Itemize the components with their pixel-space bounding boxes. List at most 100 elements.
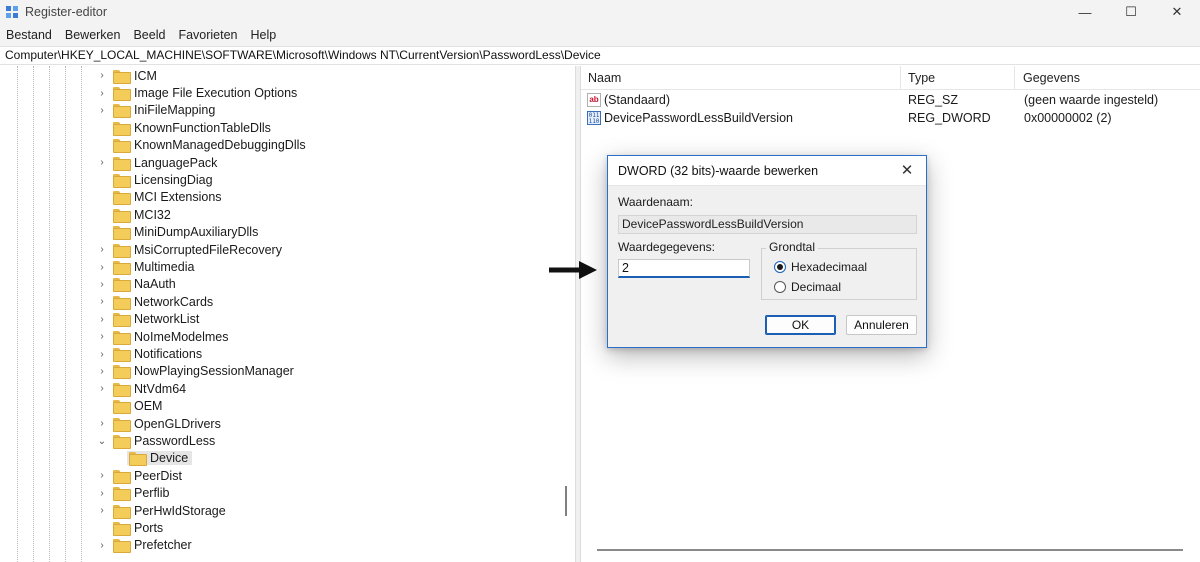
collapsed-chevron-icon[interactable]: › [97,70,107,81]
tree-item-label: PasswordLess [134,434,216,449]
tree-item-languagepack[interactable]: › LanguagePack [97,154,217,171]
collapsed-chevron-icon[interactable]: › [97,470,107,481]
tree-item-content: PerHwIdStorage [113,504,226,519]
collapsed-chevron-icon[interactable]: › [97,488,107,499]
radio-decimal[interactable]: Decimaal [774,280,841,294]
collapsed-chevron-icon[interactable]: › [97,105,107,116]
column-header-data[interactable]: Gegevens [1016,66,1080,90]
tree-item-label: MCI Extensions [134,190,222,205]
selected-key-highlight: Device [127,451,193,467]
tree-item-label: Multimedia [134,260,195,275]
folder-icon [113,522,131,537]
tree-item-passwordless[interactable]: ⌄ PasswordLess [97,432,216,450]
tree-item-label: OpenGLDrivers [134,416,221,431]
ok-button[interactable]: OK [765,315,836,335]
tree-item-nowplayingsessionmanager[interactable]: › NowPlayingSessionManager [97,363,294,380]
tree-item-msicorruptedfilerecovery[interactable]: › MsiCorruptedFileRecovery [97,241,282,258]
tree-item-label: NetworkList [134,312,200,327]
cancel-button[interactable]: Annuleren [846,315,917,335]
tree-item-licensingdiag[interactable]: LicensingDiag [97,171,213,189]
menu-bewerken[interactable]: Bewerken [65,28,121,42]
expanded-chevron-icon[interactable]: ⌄ [97,436,107,447]
horizontal-scrollbar[interactable] [597,549,1183,551]
minimize-button[interactable]: — [1062,0,1108,24]
collapsed-chevron-icon[interactable]: › [97,157,107,168]
column-separator[interactable] [1014,66,1015,90]
tree-item-ntvdm64[interactable]: › NtVdm64 [97,380,186,397]
maximize-button[interactable]: ☐ [1108,0,1154,24]
column-header-name[interactable]: Naam [581,66,621,90]
tree-item-content: Image File Execution Options [113,86,297,102]
collapsed-chevron-icon[interactable]: › [97,366,107,377]
column-header-type[interactable]: Type [901,66,935,90]
tree-item-content: Perflib [113,486,169,502]
tree-item-networklist[interactable]: › NetworkList [97,311,199,328]
collapsed-chevron-icon[interactable]: › [97,314,107,325]
tree-item-content: NoImeModelmes [113,330,228,345]
value-name-label: Waardenaam: [618,195,693,209]
folder-icon [113,243,131,258]
menu-beeld[interactable]: Beeld [133,28,165,42]
collapsed-chevron-icon[interactable]: › [97,349,107,360]
tree-item-icm[interactable]: › ICM [97,67,157,84]
tree-item-noimemodelmes[interactable]: › NoImeModelmes [97,328,228,345]
close-button[interactable]: ✕ [1154,0,1200,24]
tree-item-inifilemapping[interactable]: › IniFileMapping [97,102,215,119]
tree-item-label: OEM [134,399,163,414]
value-data-input[interactable]: 2 [618,259,750,278]
collapsed-chevron-icon[interactable]: › [97,296,107,307]
folder-icon [113,156,131,171]
collapsed-chevron-icon[interactable]: › [97,505,107,516]
tree-item-minidumpauxiliarydlls[interactable]: MiniDumpAuxiliaryDlls [97,224,258,241]
tree-item-content: ICM [113,69,157,84]
tree-item-mci-extensions[interactable]: MCI Extensions [97,189,222,206]
folder-icon [113,365,131,380]
collapsed-chevron-icon[interactable]: › [97,383,107,394]
menu-bestand[interactable]: Bestand [6,28,52,42]
tree-item-label: LanguagePack [134,155,218,170]
folder-icon [113,174,131,189]
tree-item-content: OpenGLDrivers [113,416,221,432]
tree-item-label: NowPlayingSessionManager [134,364,294,379]
collapsed-chevron-icon[interactable]: › [97,540,107,551]
tree-item-content: KnownFunctionTableDlls [113,121,271,136]
tree-item-ports[interactable]: Ports [97,519,163,537]
address-bar[interactable]: Computer\HKEY_LOCAL_MACHINE\SOFTWARE\Mic… [0,46,1200,65]
radio-selected-icon[interactable] [774,261,786,273]
tree-item-multimedia[interactable]: › Multimedia [97,258,195,276]
tree-item-image-file-execution-options[interactable]: › Image File Execution Options [97,84,297,102]
tree-item-perhwidstorage[interactable]: › PerHwIdStorage [97,502,226,519]
tree-item-opengldrivers[interactable]: › OpenGLDrivers [97,415,221,432]
menu-help[interactable]: Help [251,28,277,42]
tree-item-perflib[interactable]: › Perflib [97,485,169,502]
tree-guide-line [33,66,34,562]
tree-scrollbar-thumb[interactable] [565,486,567,516]
arrow-pointer-icon [549,261,597,279]
collapsed-chevron-icon[interactable]: › [97,262,107,273]
radio-hexadecimal[interactable]: Hexadecimaal [774,260,867,274]
tree-item-knownfunctiontabledlls[interactable]: KnownFunctionTableDlls [97,119,271,136]
tree-item-oem[interactable]: OEM [97,398,162,415]
tree-item-naauth[interactable]: › NaAuth [97,276,176,293]
folder-icon [113,313,131,328]
collapsed-chevron-icon[interactable]: › [97,244,107,255]
tree-item-device[interactable]: Device [111,450,193,467]
value-row-standaard[interactable]: ab (Standaard) REG_SZ (geen waarde inges… [581,91,1200,109]
tree-item-knownmanageddebuggingdlls[interactable]: KnownManagedDebuggingDlls [97,137,306,154]
tree-item-prefetcher[interactable]: › Prefetcher [97,537,192,554]
tree-item-peerdist[interactable]: › PeerDist [97,467,182,484]
menu-favorieten[interactable]: Favorieten [178,28,237,42]
value-row-build-version[interactable]: 011 110 DevicePasswordLessBuildVersion R… [581,109,1200,127]
collapsed-chevron-icon[interactable]: › [97,331,107,342]
radio-unselected-icon[interactable] [774,281,786,293]
dialog-close-icon[interactable]: ✕ [896,161,918,181]
folder-icon [113,400,131,415]
menu-bar: Bestand Bewerken Beeld Favorieten Help [0,24,1200,46]
collapsed-chevron-icon[interactable]: › [97,418,107,429]
tree-item-networkcards[interactable]: › NetworkCards [97,293,213,310]
tree-item-notifications[interactable]: › Notifications [97,345,202,363]
collapsed-chevron-icon[interactable]: › [97,279,107,290]
tree-item-mci32[interactable]: MCI32 [97,206,171,223]
registry-tree[interactable]: › ICM › Image File Execution Options › IniFil… [0,66,575,562]
collapsed-chevron-icon[interactable]: › [97,88,107,99]
